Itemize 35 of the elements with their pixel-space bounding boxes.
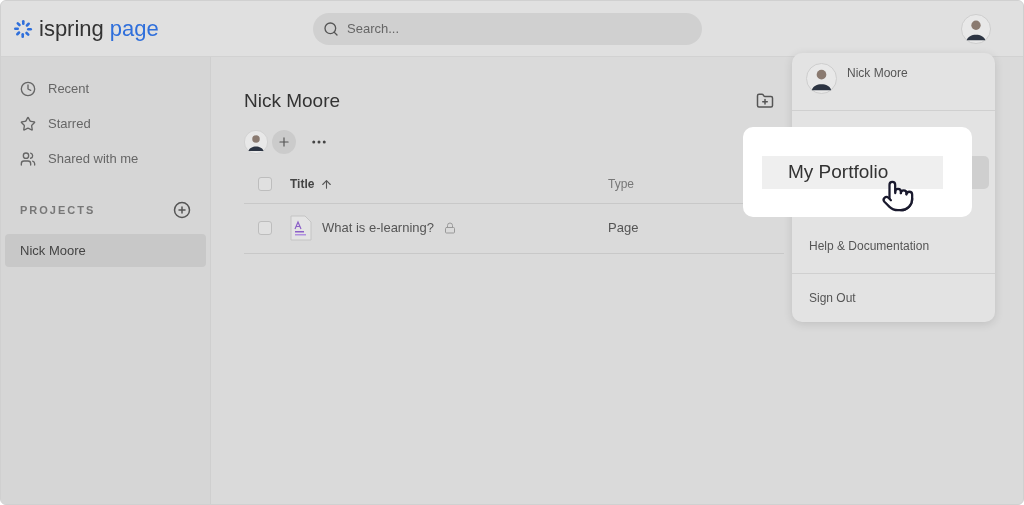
document-icon: [290, 215, 312, 241]
document-title[interactable]: What is e-learning?: [322, 218, 434, 238]
page-title: Nick Moore: [244, 89, 341, 113]
table-cell-text: Page: [608, 219, 639, 238]
clock-icon: [20, 80, 36, 97]
project-item[interactable]: Nick Moore: [5, 234, 206, 267]
star-icon: [20, 115, 36, 132]
sidebar-item[interactable]: Recent: [5, 71, 206, 106]
menu-item[interactable]: Sign Out: [792, 273, 995, 322]
logo-text: page: [109, 17, 159, 40]
search-icon: [323, 20, 339, 37]
search-field[interactable]: Search...: [313, 12, 702, 45]
avatar-icon: [806, 63, 837, 94]
logo-text: ispring: [39, 17, 104, 40]
section-heading: PROJECTS: [20, 202, 96, 218]
add-icon[interactable]: [173, 201, 191, 219]
user-name: Nick Moore: [847, 65, 908, 82]
column-header[interactable]: Type: [608, 175, 634, 193]
plus-icon: [277, 134, 291, 149]
menu-item[interactable]: Help & Documentation: [792, 218, 995, 274]
column-header[interactable]: Title: [290, 175, 315, 193]
sort-arrow-icon: [320, 177, 334, 191]
logo-icon: [13, 18, 33, 39]
menu-item[interactable]: My Portfolio: [762, 155, 943, 189]
checkbox[interactable]: [258, 177, 272, 191]
sidebar-item[interactable]: Starred: [5, 106, 206, 141]
hand-cursor-icon: [881, 179, 915, 213]
add-member-button[interactable]: [272, 129, 296, 154]
new-folder-icon[interactable]: [756, 92, 774, 111]
sidebar-item[interactable]: Shared with me: [5, 141, 206, 176]
people-icon: [20, 150, 36, 167]
checkbox[interactable]: [258, 221, 272, 235]
search-input[interactable]: Search...: [347, 18, 692, 39]
avatar-icon: [961, 13, 991, 44]
avatar-icon: [244, 129, 268, 154]
